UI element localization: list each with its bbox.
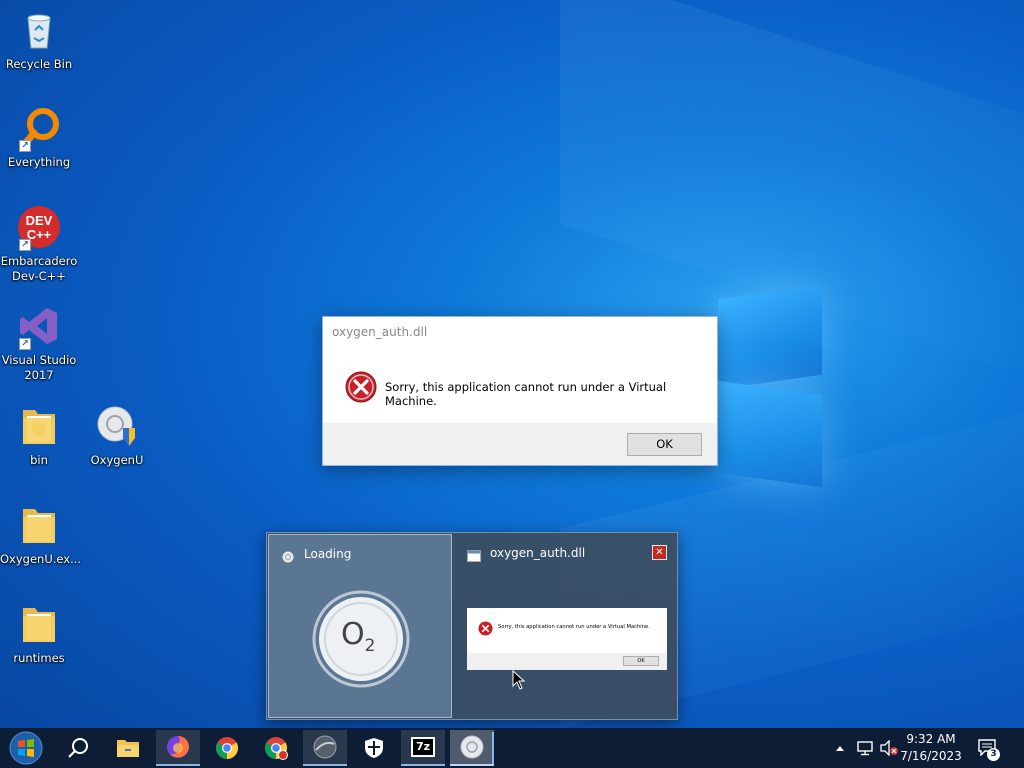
desktop-icon-devcpp[interactable]: DEV C++ ↗ Embarcadero Dev-C++: [0, 205, 78, 284]
desktop-icon-bin[interactable]: bin: [0, 404, 78, 468]
taskbar-firefox[interactable]: [156, 730, 200, 766]
shortcut-arrow-icon: ↗: [19, 338, 31, 350]
dialog-title: oxygen_auth.dll: [332, 325, 428, 339]
start-icon: [9, 731, 43, 765]
taskbar-open-marker: [492, 732, 494, 764]
desktop-icon-label: Visual Studio 2017: [1, 353, 77, 382]
oxygenu-small-icon: [282, 548, 294, 563]
taskbar-clock[interactable]: 9:32 AM 7/16/2023: [896, 731, 966, 765]
defender-icon: [365, 738, 383, 758]
taskbar-app[interactable]: [303, 730, 347, 766]
mini-dialog: Sorry, this application cannot run under…: [467, 608, 667, 670]
logo-subscript: 2: [364, 636, 376, 656]
firefox-icon: [167, 736, 189, 758]
start-button[interactable]: [4, 730, 48, 766]
desktop-icon-label: bin: [30, 453, 48, 467]
desktop-icon-label: Embarcadero Dev-C++: [0, 254, 78, 283]
devcpp-icon: DEV C++ ↗: [17, 205, 61, 251]
desktop-icon-label: runtimes: [13, 651, 65, 665]
chrome-icon: [216, 737, 238, 759]
windows-logo-pane: [718, 380, 822, 488]
folder-icon: [17, 503, 61, 547]
7zip-icon: 7z: [411, 737, 435, 757]
clock-date: 7/16/2023: [900, 749, 962, 763]
folder-icon: [17, 404, 61, 448]
taskbar-oxygenu[interactable]: [450, 730, 494, 766]
taskbar: 7z 9:32 AM 7/16/2023 3: [0, 728, 1024, 768]
thumbnail-title: Loading: [304, 547, 352, 561]
error-icon: [345, 371, 377, 407]
taskbar-file-explorer[interactable]: [106, 730, 150, 766]
thumbnail-oxygen-auth[interactable]: oxygen_auth.dll ✕ Sorry, this applicatio…: [455, 534, 677, 718]
search-icon: [68, 738, 88, 758]
visual-studio-icon: ↗: [17, 304, 61, 350]
oxygenu-icon: [460, 735, 484, 759]
mini-footer: OK: [467, 653, 667, 670]
search-button[interactable]: [56, 730, 100, 766]
folder-icon: [17, 602, 61, 646]
desktop-icon-runtimes[interactable]: runtimes: [0, 602, 78, 666]
close-icon[interactable]: ✕: [652, 545, 667, 560]
desktop-icon-label: OxygenU.ex...: [0, 552, 82, 566]
mini-error-icon: [478, 621, 493, 640]
recycle-bin-icon: [17, 8, 61, 52]
file-explorer-icon: [117, 740, 139, 757]
app-icon: [313, 735, 337, 759]
thumbnail-title: oxygen_auth.dll: [490, 546, 586, 560]
tray-overflow-button[interactable]: [832, 728, 848, 768]
oxygen-logo: O2: [311, 589, 411, 689]
desktop-icon-label: OxygenU: [90, 453, 144, 467]
taskbar-7zip[interactable]: 7z: [401, 730, 445, 766]
desktop-icon-everything[interactable]: ↗ Everything: [0, 106, 78, 170]
desktop-icon-oxygenu[interactable]: OxygenU: [78, 404, 156, 468]
desktop-icon-label: Everything: [7, 155, 71, 169]
mouse-cursor-icon: [512, 669, 526, 694]
ok-button[interactable]: OK: [627, 433, 702, 456]
desktop-icon-oxygenu-exe-folder[interactable]: OxygenU.ex...: [0, 503, 82, 567]
error-dialog: oxygen_auth.dll Sorry, this application …: [322, 316, 718, 466]
desktop-icon-visual-studio[interactable]: ↗ Visual Studio 2017: [0, 304, 78, 383]
network-button[interactable]: [854, 728, 876, 768]
logo-text: O: [341, 617, 365, 652]
notification-count-badge: 3: [987, 748, 1000, 761]
taskbar-defender[interactable]: [352, 730, 396, 766]
dialog-message: Sorry, this application cannot run under…: [385, 380, 667, 408]
windows-logo-pane: [718, 284, 822, 390]
everything-search-icon: ↗: [17, 106, 61, 152]
chrome-dev-icon: [265, 737, 288, 760]
dialog-footer: OK: [323, 423, 717, 465]
shortcut-arrow-icon: ↗: [19, 239, 31, 251]
oxygenu-icon: [95, 404, 139, 448]
window-small-icon: [467, 547, 481, 562]
desktop-icon-label: Recycle Bin: [5, 57, 73, 71]
thumbnail-loading[interactable]: Loading O2: [268, 534, 452, 718]
taskbar-chrome-dev[interactable]: [254, 730, 298, 766]
clock-time: 9:32 AM: [906, 732, 956, 746]
mini-ok-button: OK: [623, 656, 659, 666]
notification-icon: 3: [977, 738, 1000, 761]
chevron-up-icon: [836, 746, 844, 751]
taskbar-chrome[interactable]: [205, 730, 249, 766]
action-center-button[interactable]: 3: [972, 728, 1002, 768]
network-icon: [857, 741, 873, 756]
desktop-icon-recycle-bin[interactable]: Recycle Bin: [0, 8, 78, 72]
shortcut-arrow-icon: ↗: [19, 140, 31, 152]
mini-message: Sorry, this application cannot run under…: [498, 624, 650, 630]
svg-text:DEV: DEV: [26, 213, 53, 228]
taskbar-thumbnail-preview: Loading O2 oxygen_auth.dll ✕ Sorry, this…: [266, 532, 678, 720]
